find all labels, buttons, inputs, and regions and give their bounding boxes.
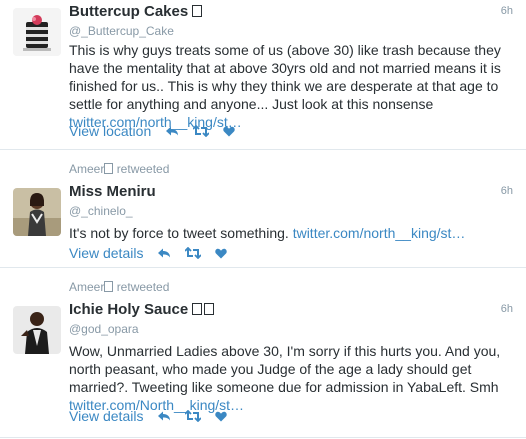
timestamp[interactable]: 6h [501, 303, 513, 315]
display-name-text[interactable]: Ichie Holy Sauce [69, 301, 188, 318]
avatar[interactable] [13, 8, 61, 56]
view-details-link[interactable]: View details [69, 245, 143, 261]
handle[interactable]: @_Buttercup_Cake [69, 24, 174, 38]
tweet-actions: View details [69, 245, 228, 261]
reply-icon[interactable] [157, 247, 171, 259]
display-name[interactable]: Miss Meniru [69, 183, 156, 200]
timestamp[interactable]: 6h [501, 185, 513, 197]
display-name[interactable]: Ichie Holy Sauce [69, 301, 215, 318]
unsupported-glyph-box [204, 303, 215, 315]
tweet-item[interactable]: Ameer retweeted Ichie Holy Sauce @god_op… [0, 268, 526, 438]
retweet-label: retweeted [116, 162, 170, 176]
tweet-item[interactable]: Buttercup Cakes @_Buttercup_Cake 6h This… [0, 0, 526, 150]
retweet-icon[interactable] [185, 410, 202, 422]
retweet-icon[interactable] [193, 125, 210, 137]
tweet-actions: View details [69, 408, 228, 424]
retweet-context: Ameer retweeted [69, 162, 169, 176]
tweet-text: It's not by force to tweet something. tw… [69, 224, 514, 242]
tweet-item[interactable]: Ameer retweeted Miss Meniru @_chinelo_ 6… [0, 150, 526, 268]
tweet-body: This is why guys treats some of us (abov… [69, 42, 501, 112]
tweet-link[interactable]: twitter.com/north__king/st… [293, 225, 466, 241]
tweet-text: This is why guys treats some of us (abov… [69, 41, 514, 131]
heart-icon[interactable] [223, 126, 235, 137]
tweet-body: It's not by force to tweet something. [69, 225, 289, 241]
tweet-text: Wow, Unmarried Ladies above 30, I'm sorr… [69, 342, 514, 414]
handle[interactable]: @_chinelo_ [69, 204, 133, 218]
handle[interactable]: @god_opara [69, 322, 139, 336]
cake-avatar-image [13, 8, 61, 56]
heart-icon[interactable] [215, 411, 228, 422]
unsupported-glyph-box [104, 281, 114, 292]
display-name-text[interactable]: Buttercup Cakes [69, 3, 188, 20]
timestamp[interactable]: 6h [501, 5, 513, 17]
avatar[interactable] [13, 188, 61, 236]
timeline: Buttercup Cakes @_Buttercup_Cake 6h This… [0, 0, 526, 438]
unsupported-glyph-box [104, 163, 114, 174]
view-details-link[interactable]: View details [69, 408, 143, 424]
retweet-context: Ameer retweeted [69, 280, 169, 294]
tweet-actions: View location [69, 123, 235, 139]
heart-icon[interactable] [215, 248, 228, 259]
view-location-link[interactable]: View location [69, 123, 151, 139]
unsupported-glyph-box [192, 303, 203, 315]
woman-avatar-image [13, 188, 61, 236]
reply-icon[interactable] [165, 125, 179, 137]
tweet-body: Wow, Unmarried Ladies above 30, I'm sorr… [69, 343, 501, 395]
retweet-label: retweeted [116, 280, 170, 294]
retweet-icon[interactable] [185, 247, 202, 259]
display-name[interactable]: Buttercup Cakes [69, 3, 203, 20]
retweeter-name[interactable]: Ameer [69, 280, 104, 294]
retweeter-name[interactable]: Ameer [69, 162, 104, 176]
unsupported-glyph-box [192, 5, 203, 17]
man-avatar-image [13, 306, 61, 354]
display-name-text[interactable]: Miss Meniru [69, 183, 156, 200]
avatar[interactable] [13, 306, 61, 354]
reply-icon[interactable] [157, 410, 171, 422]
